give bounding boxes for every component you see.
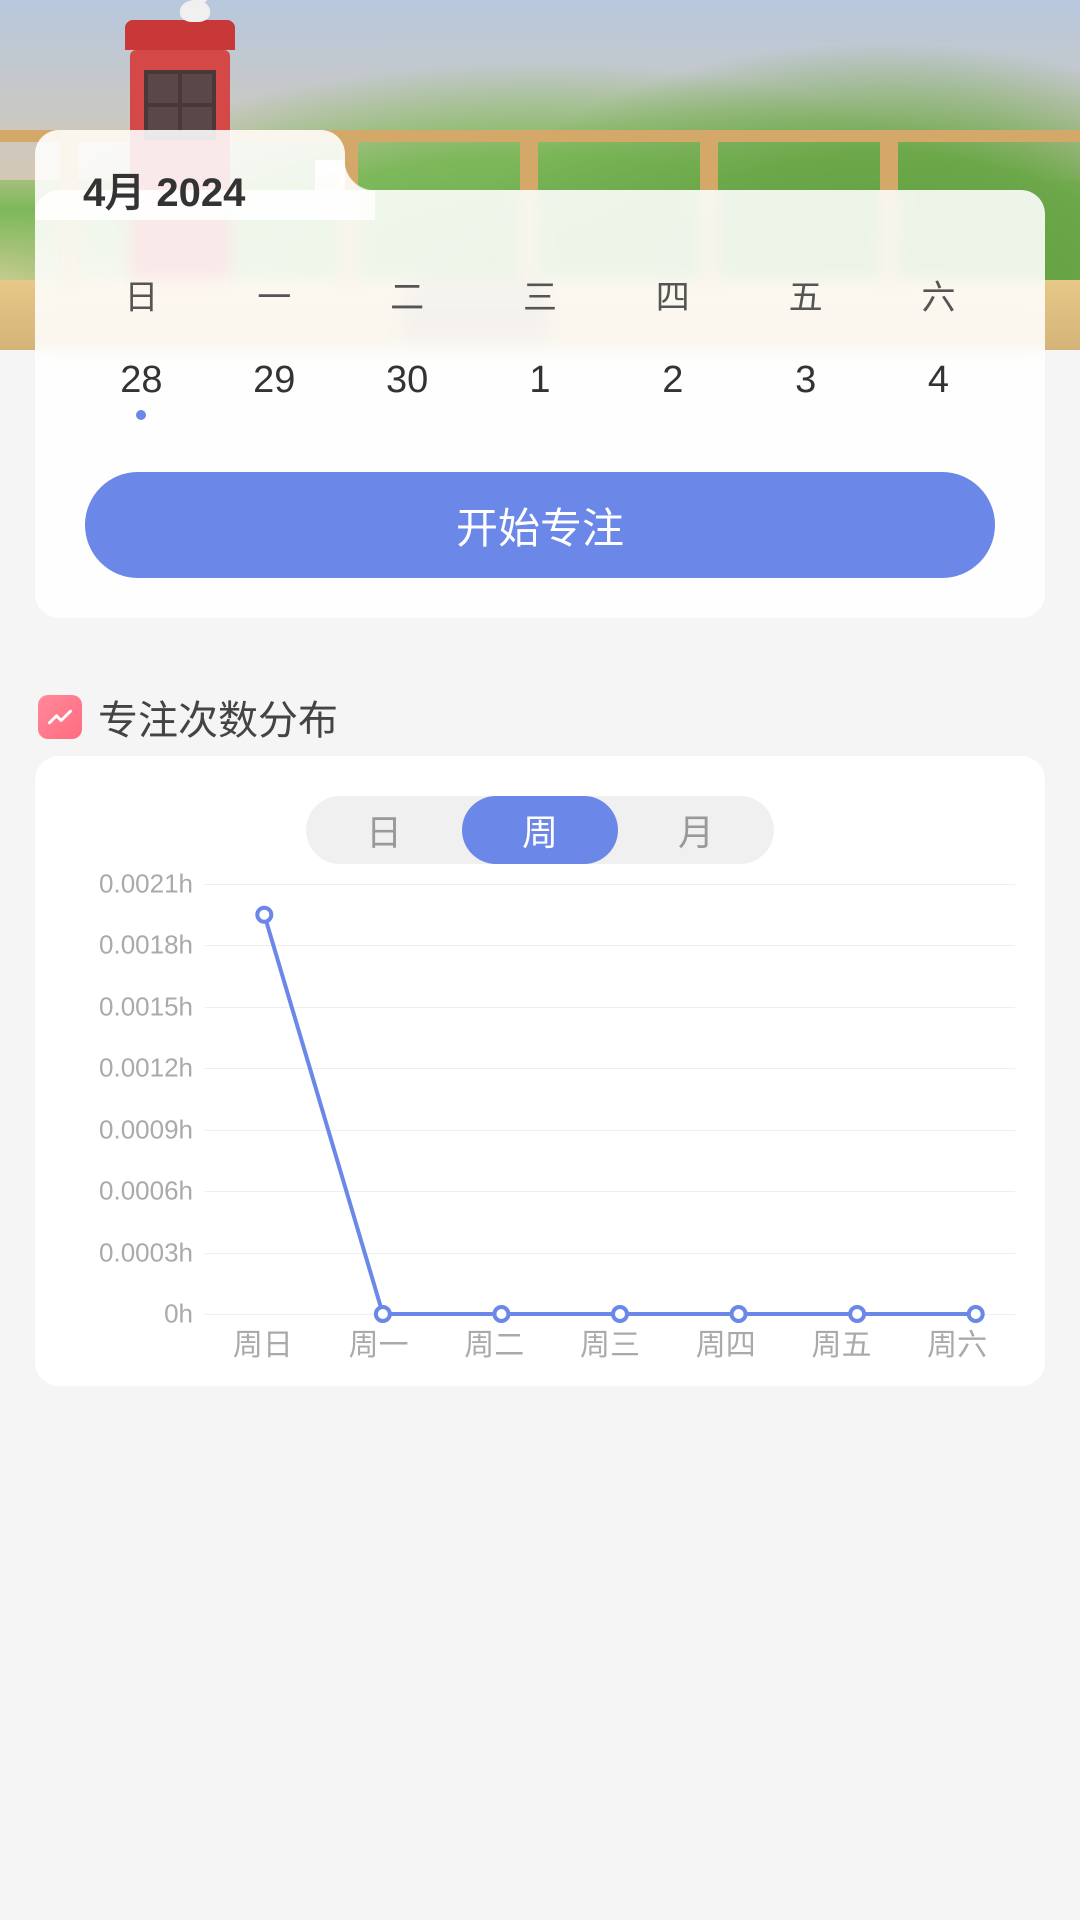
start-focus-button[interactable]: 开始专注 bbox=[85, 472, 995, 578]
y-tick-label: 0.0018h bbox=[99, 930, 193, 961]
date-cell[interactable]: 30 bbox=[377, 359, 437, 402]
section-title: 专注次数分布 bbox=[98, 688, 338, 746]
month-year-tab[interactable]: 4月 2024 bbox=[35, 130, 345, 220]
section-header: 专注次数分布 bbox=[38, 688, 338, 746]
y-tick-label: 0h bbox=[164, 1299, 193, 1330]
y-tick-label: 0.0009h bbox=[99, 1114, 193, 1145]
x-tick-label: 周日 bbox=[205, 1320, 321, 1364]
chart-icon bbox=[38, 695, 82, 739]
date-cell[interactable]: 28 bbox=[111, 359, 171, 402]
date-cell[interactable]: 1 bbox=[510, 359, 570, 402]
date-cell[interactable]: 29 bbox=[244, 359, 304, 402]
y-tick-label: 0.0003h bbox=[99, 1237, 193, 1268]
tab-month[interactable]: 月 bbox=[618, 796, 774, 864]
tab-day[interactable]: 日 bbox=[306, 796, 462, 864]
weekday-label: 一 bbox=[244, 270, 304, 319]
y-tick-label: 0.0012h bbox=[99, 1053, 193, 1084]
period-tabs: 日 周 月 bbox=[55, 796, 1025, 864]
date-row: 28 29 30 1 2 3 4 bbox=[55, 319, 1025, 402]
y-tick-label: 0.0021h bbox=[99, 869, 193, 900]
weekday-row: 日一二三四五六 bbox=[55, 220, 1025, 319]
weekday-label: 二 bbox=[377, 270, 437, 319]
date-cell[interactable]: 4 bbox=[908, 359, 968, 402]
calendar-card: 4月 2024 日一二三四五六 2829301234 开始专注 bbox=[35, 190, 1045, 618]
x-tick-label: 周二 bbox=[436, 1320, 552, 1364]
weekday-label: 三 bbox=[510, 270, 570, 319]
x-tick-label: 周一 bbox=[321, 1320, 437, 1364]
weekday-label: 五 bbox=[776, 270, 836, 319]
chart-area: 0h 0.0003h 0.0006h 0.0009h 0.0012h 0.0015h 0.0… bbox=[55, 884, 1025, 1364]
date-cell[interactable]: 2 bbox=[643, 359, 703, 402]
month-year-label: 4月 2024 bbox=[83, 171, 245, 215]
x-tick-label: 周三 bbox=[552, 1320, 668, 1364]
weekday-label: 日 bbox=[111, 270, 171, 319]
tab-week[interactable]: 周 bbox=[462, 796, 618, 864]
y-tick-label: 0.0015h bbox=[99, 991, 193, 1022]
y-tick-label: 0.0006h bbox=[99, 1176, 193, 1207]
weekday-label: 四 bbox=[643, 270, 703, 319]
weekday-label: 六 bbox=[908, 270, 968, 319]
line-chart bbox=[205, 884, 1035, 1324]
chart-card: 日 周 月 0h 0.0003h 0.0006h 0.0009h 0.0012h 0.00… bbox=[35, 756, 1045, 1386]
x-tick-label: 周六 bbox=[899, 1320, 1015, 1364]
x-tick-label: 周四 bbox=[668, 1320, 784, 1364]
x-tick-label: 周五 bbox=[784, 1320, 900, 1364]
date-cell[interactable]: 3 bbox=[776, 359, 836, 402]
